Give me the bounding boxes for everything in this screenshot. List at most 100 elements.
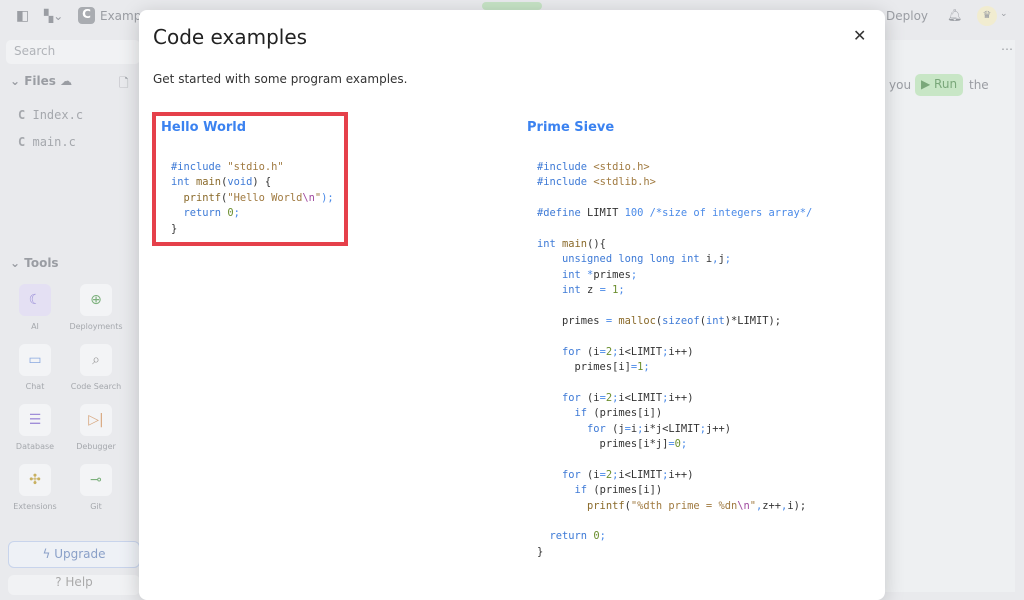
code-token: if — [537, 407, 594, 420]
code-token: malloc — [618, 314, 656, 327]
run-label: Run — [934, 77, 958, 91]
code-line: #include <stdio.h> — [537, 160, 812, 175]
code-token: )*LIMIT); — [724, 314, 782, 327]
tool-label: AI — [31, 322, 39, 331]
avatar[interactable]: ♛ — [977, 6, 997, 26]
code-token: unsigned long long int — [537, 253, 706, 266]
code-token: primes — [537, 314, 606, 327]
code-token: (){ — [587, 237, 606, 250]
puzzle-icon: ✣ — [19, 464, 51, 496]
code-token: primes[i*j] — [537, 438, 669, 451]
file-item[interactable]: C main.c — [18, 135, 76, 149]
tool-git[interactable]: ⊸ Git — [66, 464, 126, 511]
panel-text: the — [969, 78, 989, 92]
search-input[interactable]: Search — [6, 40, 140, 64]
code-line: } — [171, 222, 334, 237]
code-token: main — [562, 237, 588, 250]
upgrade-button[interactable]: ϟ Upgrade — [8, 541, 140, 568]
code-token: z++ — [762, 499, 782, 512]
run-button-top[interactable] — [482, 2, 542, 10]
code-token: return — [537, 530, 594, 543]
code-token: (i — [587, 345, 600, 358]
code-token: i++) — [668, 391, 694, 404]
code-line: int *primes; — [537, 268, 812, 283]
code-line: if (primes[i]) — [537, 406, 812, 421]
code-line: return 0; — [537, 529, 812, 544]
tool-code-search[interactable]: ⌕ Code Search — [66, 344, 126, 391]
code-token: (i — [587, 391, 600, 404]
search-icon: ⌕ — [80, 344, 112, 376]
tool-chat[interactable]: ▭ Chat — [5, 344, 65, 391]
run-button[interactable]: ▶ Run — [915, 74, 964, 96]
code-line: printf("%dth prime = %dn\n",z++,i); — [537, 499, 812, 514]
file-name: main.c — [32, 135, 76, 149]
workspace-switcher-icon[interactable]: ▚⌄ — [44, 9, 63, 23]
code-token: sizeof — [662, 314, 700, 327]
code-token: } — [537, 545, 544, 558]
tool-label: Code Search — [70, 382, 122, 391]
code-token: ; — [599, 530, 606, 543]
c-file-icon: C — [18, 108, 26, 122]
tools-header[interactable]: ⌄ Tools — [10, 256, 59, 270]
code-token: return — [171, 207, 228, 220]
code-token: printf — [537, 499, 625, 512]
close-icon[interactable]: ✕ — [853, 26, 866, 45]
debugger-icon: ▷| — [80, 404, 112, 436]
bell-icon[interactable]: 🔔︎ — [947, 8, 962, 22]
code-token: <stdio.h> — [593, 161, 650, 173]
tool-database[interactable]: ☰ Database — [5, 404, 65, 451]
file-item[interactable]: C Index.c — [18, 108, 83, 122]
chevron-down-icon[interactable]: ⌄ — [1000, 9, 1008, 19]
tool-extensions[interactable]: ✣ Extensions — [5, 464, 65, 511]
code-examples-modal: Code examples ✕ Get started with some pr… — [139, 10, 885, 600]
example-title-prime-sieve[interactable]: Prime Sieve — [527, 120, 614, 135]
tool-ai[interactable]: ☾ AI — [5, 284, 65, 331]
tool-label: Deployments — [69, 322, 123, 331]
sidebar-toggle-icon[interactable]: ◧ — [16, 8, 29, 24]
code-token: "%dth prime = %dn — [630, 499, 738, 512]
code-token: } — [171, 222, 178, 235]
code-token: ; — [680, 438, 688, 451]
code-line: for (i=2;i<LIMIT;i++) — [537, 345, 812, 360]
code-line: unsigned long long int i,j; — [537, 252, 812, 267]
tool-label: Git — [90, 502, 102, 511]
code-token: 100 /*size of integers array*/ — [624, 207, 813, 220]
help-button[interactable]: ? Help — [8, 575, 140, 595]
code-line: int main(void) { — [171, 175, 334, 190]
chat-icon: ▭ — [19, 344, 51, 376]
example-title-hello-world[interactable]: Hello World — [161, 120, 246, 135]
code-token: (i — [587, 468, 600, 481]
tool-debugger[interactable]: ▷| Debugger — [66, 404, 126, 451]
tools-label: Tools — [24, 256, 59, 270]
lightning-icon: ϟ — [42, 547, 51, 561]
modal-subtitle: Get started with some program examples. — [153, 72, 408, 86]
c-language-icon: C — [78, 7, 95, 24]
code-token: int — [705, 314, 725, 327]
code-token: (primes[i]) — [593, 407, 663, 420]
code-line: #include "stdio.h" — [171, 160, 334, 175]
tool-deployments[interactable]: ⊕ Deployments — [66, 284, 126, 331]
code-line: return 0; — [171, 206, 334, 221]
project-name[interactable]: Examp — [100, 9, 141, 23]
code-block-prime-sieve[interactable]: #include <stdio.h> #include <stdlib.h> #de… — [537, 160, 812, 560]
upgrade-label: Upgrade — [54, 547, 106, 561]
deploy-button[interactable]: Deploy — [886, 9, 928, 23]
code-token: "stdio.h" — [227, 161, 284, 173]
code-block-hello-world[interactable]: #include "stdio.h" int main(void) { print… — [171, 160, 334, 237]
more-icon[interactable]: ⋯ — [1001, 42, 1013, 56]
modal-title: Code examples — [153, 25, 308, 49]
code-line: for (i=2;i<LIMIT;i++) — [537, 391, 812, 406]
code-line: int main(){ — [537, 237, 812, 252]
code-token: #include — [537, 161, 594, 173]
database-icon: ☰ — [19, 404, 51, 436]
code-token: printf — [171, 191, 222, 204]
code-token: #include — [171, 161, 228, 173]
files-header[interactable]: ⌄ Files ☁ — [10, 74, 72, 88]
new-file-icon[interactable]: 🗋 — [119, 74, 129, 95]
code-token: i<LIMIT — [618, 468, 663, 481]
code-token: if — [537, 484, 594, 497]
cloud-icon: ☁ — [60, 74, 73, 88]
code-token: int — [537, 284, 588, 297]
